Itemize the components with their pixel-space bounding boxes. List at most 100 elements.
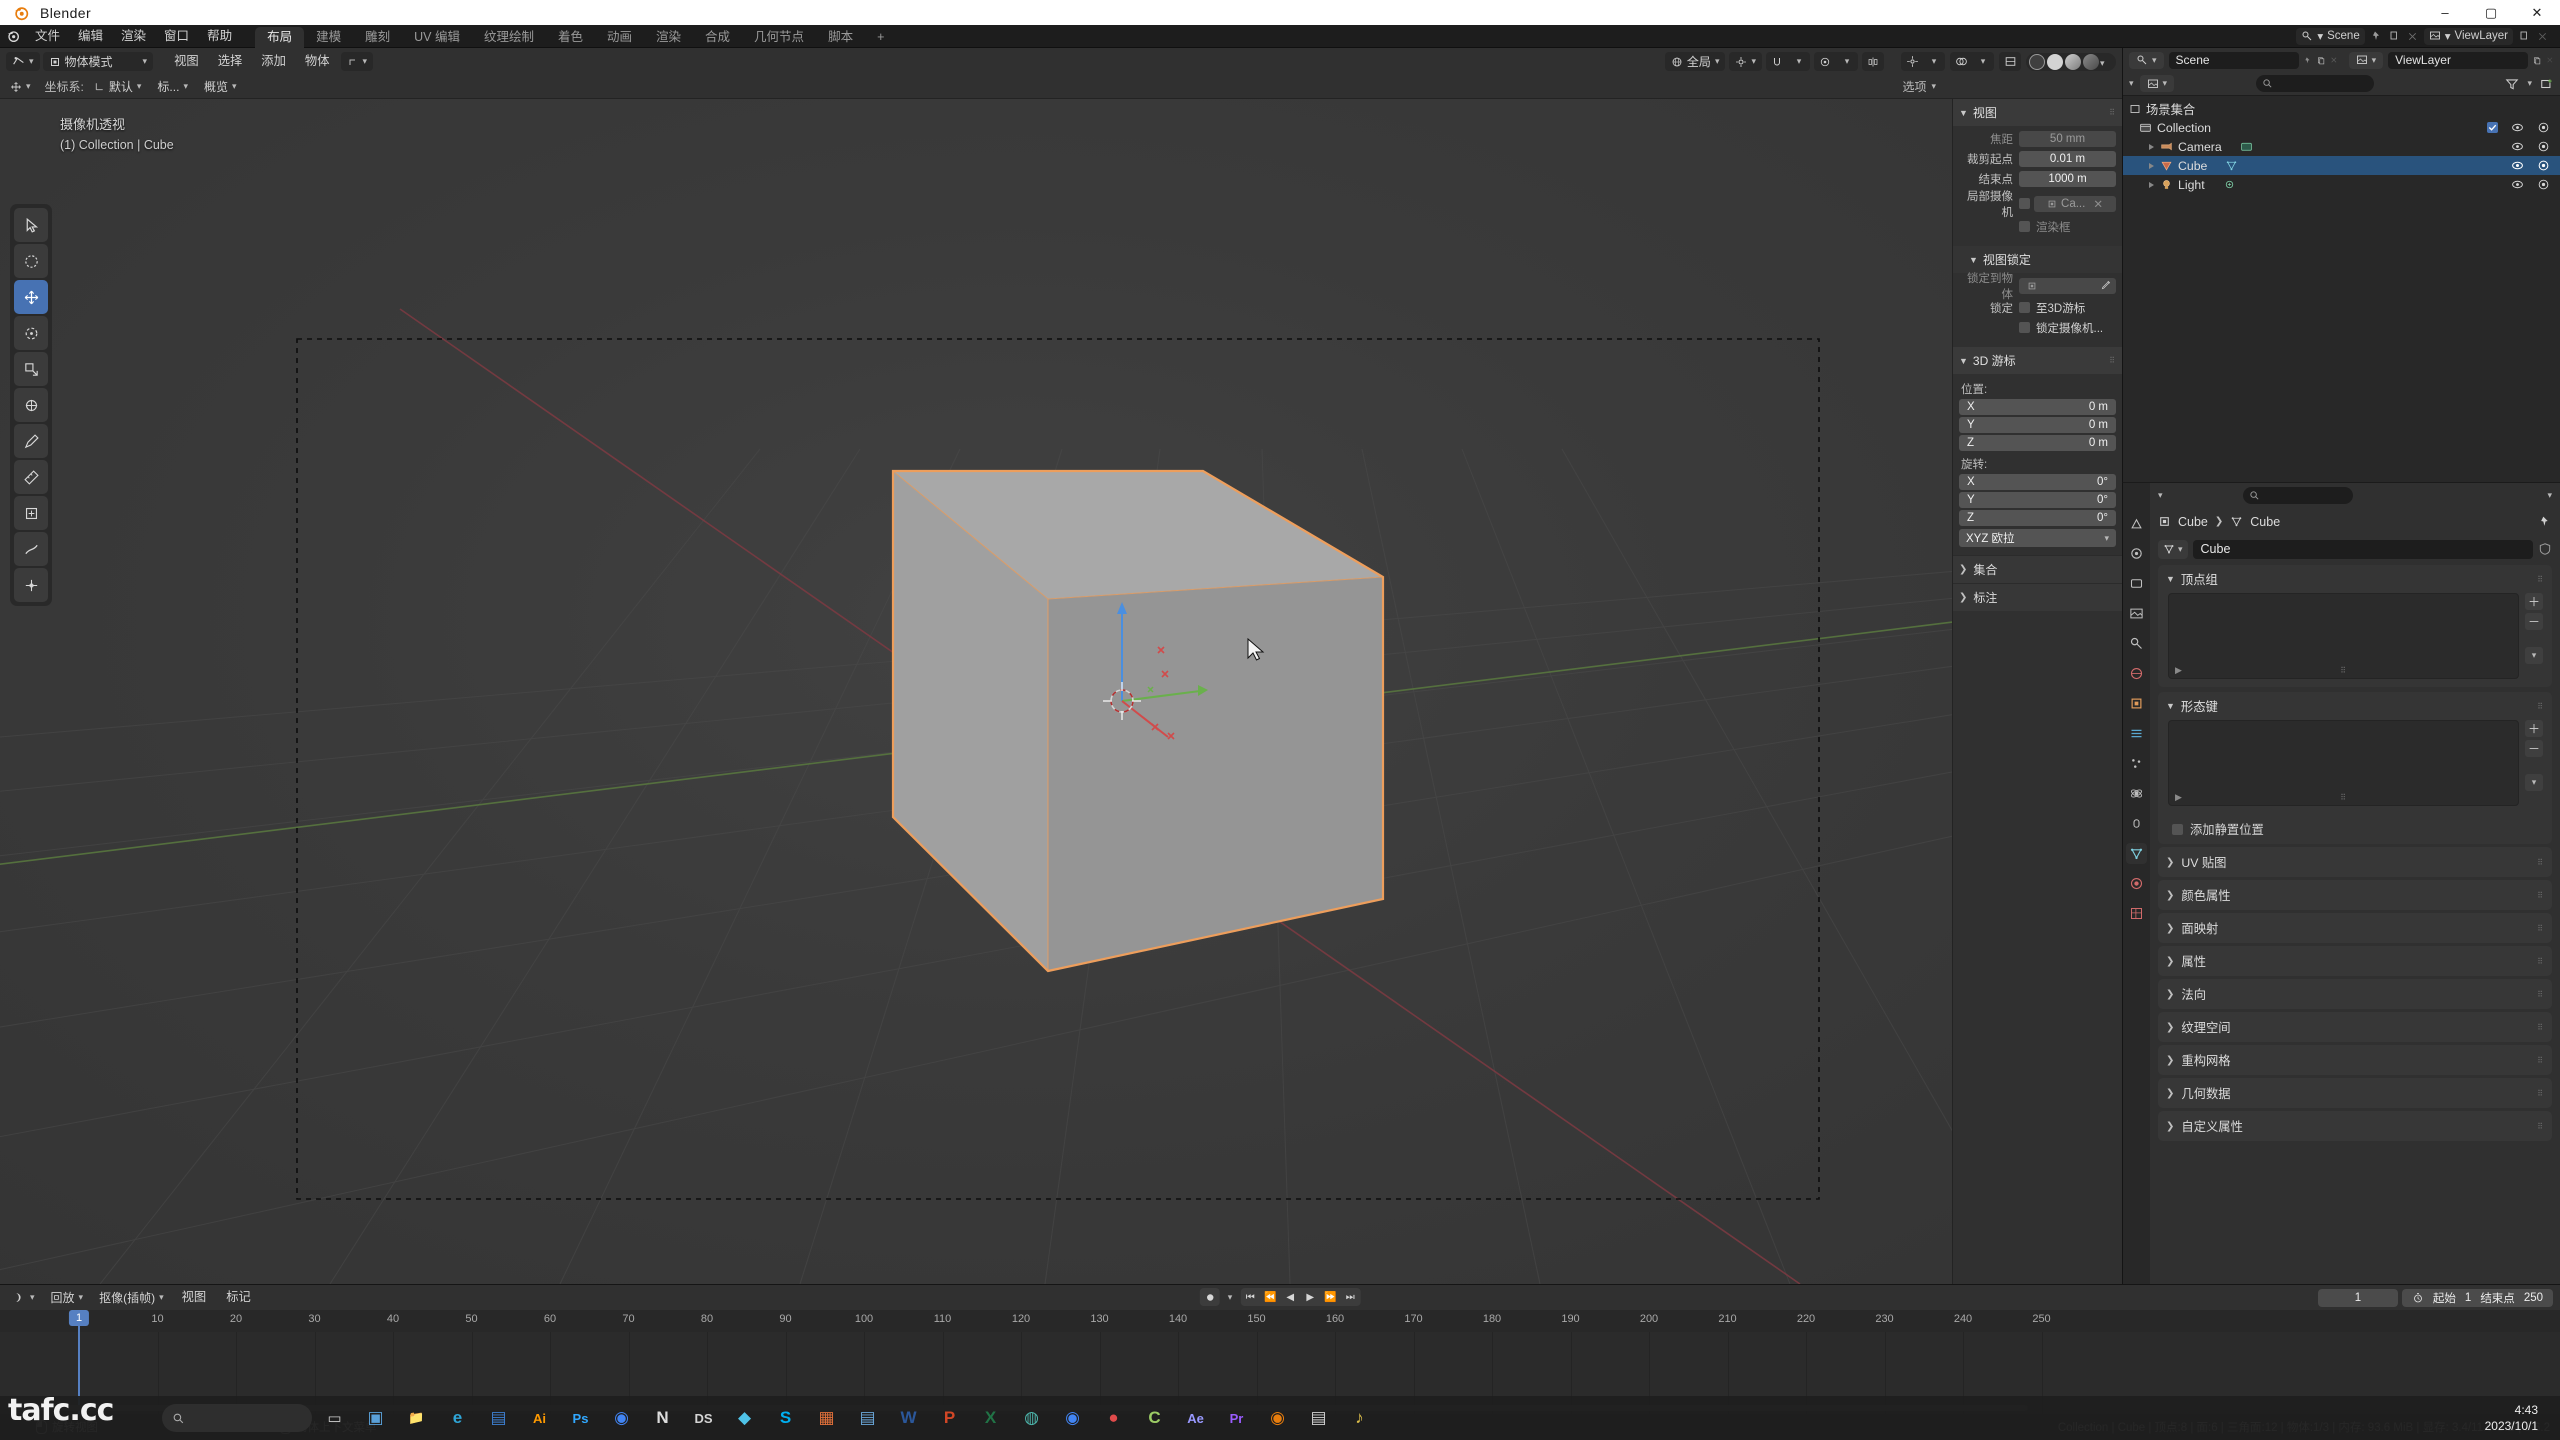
properties-tab-material[interactable] <box>2126 873 2147 894</box>
overlays-icon[interactable] <box>1950 52 1972 71</box>
delete-viewlayer-icon[interactable] <box>2546 54 2554 66</box>
tool-transform[interactable] <box>14 388 48 422</box>
n-tab-item[interactable]: 条目 <box>1952 125 1953 163</box>
properties-tab-object[interactable] <box>2126 693 2147 714</box>
interaction-mode-selector[interactable]: 物体模式 ▾ <box>42 52 154 71</box>
taskview-icon[interactable]: ▭ <box>316 1400 353 1437</box>
3d-viewport[interactable]: 摄像机透视 (1) Collection | Cube ▼ 视图 ⠿ 焦距 50… <box>0 99 2122 1284</box>
tab-compositing[interactable]: 合成 <box>693 27 742 48</box>
red-icon[interactable]: ● <box>1095 1400 1132 1437</box>
shading-rendered-icon[interactable] <box>2083 53 2099 70</box>
camera-render-icon[interactable] <box>2537 140 2550 153</box>
outliner-search-input[interactable] <box>2256 75 2375 92</box>
maximize-button[interactable]: ▢ <box>2468 0 2514 25</box>
ps-icon[interactable]: Ps <box>562 1400 599 1437</box>
properties-tab-scene[interactable] <box>2126 633 2147 654</box>
properties-tab-output[interactable] <box>2126 573 2147 594</box>
breadcrumb-object-name[interactable]: Cube <box>2178 515 2208 529</box>
ae-icon[interactable]: Ae <box>1177 1400 1214 1437</box>
viewport-menu-object[interactable]: 物体 <box>297 52 338 71</box>
vertex-groups-list[interactable]: ▶ ⠿ <box>2168 593 2519 679</box>
remove-viewlayer-icon[interactable] <box>2537 31 2548 42</box>
menu-help[interactable]: 帮助 <box>198 25 241 48</box>
vertex-groups-header[interactable]: ▼ 顶点组 ⠿ <box>2158 565 2552 593</box>
shading-material-icon[interactable] <box>2065 53 2081 70</box>
tool-add-cube[interactable] <box>14 496 48 530</box>
expand-triangle-icon[interactable] <box>2149 181 2154 188</box>
gizmo-dropdown-icon[interactable]: ▾ <box>1923 52 1945 71</box>
keying-menu[interactable]: 抠像(插帧) ▾ <box>93 1288 170 1307</box>
checkbox-icon[interactable] <box>2487 122 2498 133</box>
word-icon[interactable]: W <box>890 1400 927 1437</box>
proportional-falloff-icon[interactable]: ▾ <box>1836 52 1858 71</box>
ds-icon[interactable]: DS <box>685 1400 722 1437</box>
editor-type-selector[interactable]: ▾ <box>6 52 40 71</box>
cursor-pos-y[interactable]: Y0 m <box>1959 417 2116 433</box>
timeline-editor-type[interactable]: ▾ <box>7 1288 41 1307</box>
n-tab-view[interactable]: 视图 <box>1952 206 1953 244</box>
shading-dropdown-icon[interactable]: ▾ <box>2100 53 2114 71</box>
close-button[interactable]: ✕ <box>2514 0 2560 25</box>
breadcrumb-data-name[interactable]: Cube <box>2250 515 2280 529</box>
local-camera-checkbox[interactable] <box>2019 198 2030 209</box>
tab-modeling[interactable]: 建模 <box>304 27 353 48</box>
tab-uv-editing[interactable]: UV 编辑 <box>402 27 472 48</box>
clip-start-field[interactable]: 0.01 m <box>2019 150 2116 167</box>
lock-camera-checkbox[interactable] <box>2019 322 2030 333</box>
pin-icon[interactable] <box>2539 515 2552 528</box>
local-camera-field[interactable]: Ca... ✕ <box>2034 195 2116 212</box>
music-icon[interactable]: ♪ <box>1341 1400 1378 1437</box>
transform-orientation-selector[interactable]: 全局 ▾ <box>1664 52 1726 71</box>
duplicate-viewlayer-icon[interactable] <box>2519 30 2531 42</box>
tool-move[interactable] <box>14 280 48 314</box>
properties-editor-chevron-icon[interactable]: ▾ <box>2158 490 2163 501</box>
add-vertex-group-button[interactable]: ＋ <box>2525 593 2543 610</box>
cursor-rot-z[interactable]: Z 0° <box>1959 510 2116 526</box>
jump-to-start-button[interactable]: ⏮ <box>1240 1288 1260 1306</box>
camera-render-icon[interactable] <box>2537 121 2550 134</box>
vertex-group-specials-button[interactable]: ▾ <box>2525 647 2543 664</box>
outliner-row-light[interactable]: Light <box>2123 175 2560 194</box>
timeline-view-menu[interactable]: 视图 <box>174 1288 215 1307</box>
mesh-data-icon[interactable] <box>2225 159 2238 172</box>
tab-add-workspace[interactable]: + <box>865 27 896 48</box>
n-section-cursor-header[interactable]: ▼ 3D 游标 ⠿ <box>1953 347 2122 374</box>
tool-annotate[interactable] <box>14 424 48 458</box>
camera-render-icon[interactable] <box>2537 178 2550 191</box>
excel-icon[interactable]: X <box>972 1400 1009 1437</box>
menu-edit[interactable]: 编辑 <box>69 25 112 48</box>
pin-icon[interactable] <box>2304 54 2312 67</box>
tab-geometry-nodes[interactable]: 几何节点 <box>742 27 816 48</box>
new-collection-icon[interactable] <box>2540 77 2554 91</box>
tool-scale[interactable] <box>14 352 48 386</box>
menu-render[interactable]: 渲染 <box>112 25 155 48</box>
tab-scripting[interactable]: 脚本 <box>816 27 865 48</box>
frame-range-field[interactable]: 起始 1 结束点 250 <box>2401 1288 2553 1307</box>
shape-keys-list[interactable]: ▶ ⠿ <box>2168 720 2519 806</box>
close-icon[interactable]: ✕ <box>2093 197 2103 211</box>
clip-end-field[interactable]: 1000 m <box>2019 170 2116 187</box>
edge-icon[interactable]: e <box>439 1400 476 1437</box>
outliner-viewlayer-selector[interactable]: ▾ <box>2348 51 2384 69</box>
minimize-button[interactable]: – <box>2422 0 2468 25</box>
remove-shape-key-button[interactable]: － <box>2525 740 2543 757</box>
tool-select-box[interactable] <box>14 244 48 278</box>
properties-panel-remesh[interactable]: ❯ 重构网格 ⠿ <box>2158 1045 2552 1075</box>
menu-window[interactable]: 窗口 <box>155 25 198 48</box>
eye-icon[interactable] <box>2511 140 2524 153</box>
focal-length-field[interactable]: 50 mm <box>2019 130 2116 147</box>
outliner-root-row[interactable]: 场景集合 <box>2123 99 2560 118</box>
properties-tab-modifiers[interactable] <box>2126 723 2147 744</box>
n-tab-tool[interactable]: 工具 <box>1952 166 1953 204</box>
filter-chevron-icon[interactable]: ▾ <box>2527 78 2532 89</box>
auto-keying-button[interactable] <box>1199 1288 1220 1306</box>
play-button[interactable]: ▶ <box>1300 1288 1320 1306</box>
outliner-editor-chevron-icon[interactable]: ▾ <box>2129 78 2134 89</box>
properties-tab-object-data[interactable] <box>2126 843 2147 864</box>
cursor-pos-z[interactable]: Z0 m <box>1959 435 2116 451</box>
properties-tab-render[interactable] <box>2126 543 2147 564</box>
outliner-scene-name[interactable]: Scene <box>2168 51 2299 69</box>
widgets-icon[interactable]: ▣ <box>357 1400 394 1437</box>
properties-panel-normals[interactable]: ❯ 法向 ⠿ <box>2158 979 2552 1009</box>
tab-shading[interactable]: 着色 <box>546 27 595 48</box>
